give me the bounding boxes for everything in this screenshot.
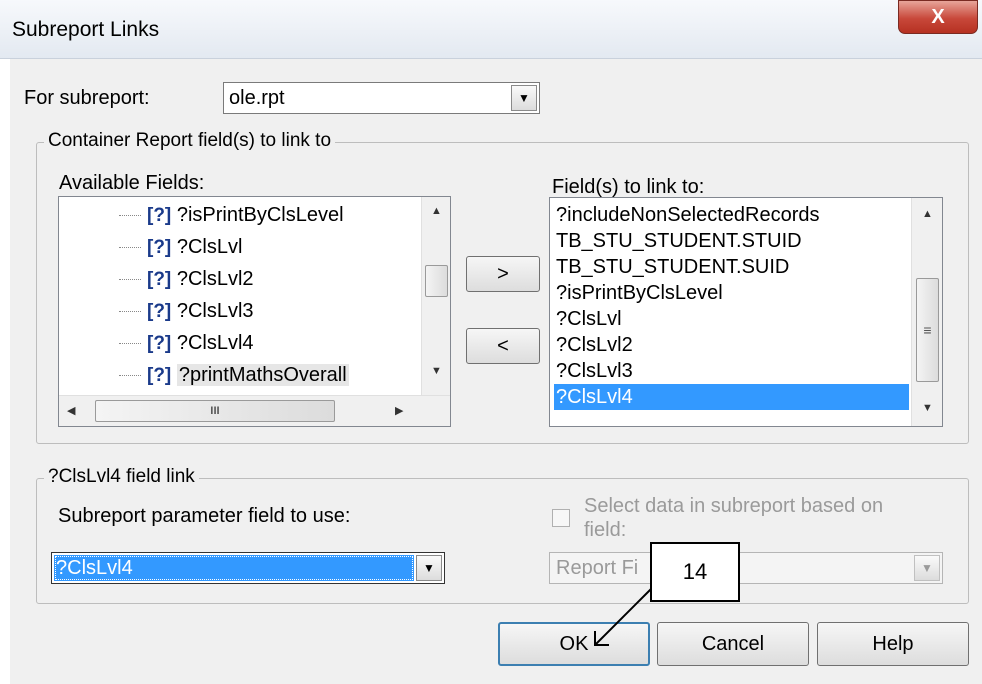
tree-item[interactable]: [?] ?ClsLvl4	[119, 327, 254, 359]
scroll-left-icon[interactable]: ◀	[67, 404, 75, 417]
subreport-combo[interactable]: ole.rpt ▼	[223, 82, 540, 114]
list-item-selected[interactable]: ?ClsLvl4	[554, 384, 909, 410]
callout-number: 14	[682, 559, 708, 584]
scroll-up-icon[interactable]: ▲	[422, 205, 450, 217]
question-icon: [?]	[147, 205, 172, 226]
tree-item[interactable]: [?] ?ClsLvl2	[119, 263, 254, 295]
param-field-combo[interactable]: ?ClsLvl4 ▼	[51, 552, 445, 584]
param-field-label: Subreport parameter field to use:	[58, 505, 351, 527]
field-link-group-legend: ?ClsLvl4 field link	[44, 466, 199, 488]
add-link-button[interactable]: >	[466, 256, 540, 292]
close-icon: X	[931, 6, 945, 28]
hscroll-thumb[interactable]: III	[95, 400, 335, 422]
available-hscroll[interactable]: ◀ III ▶	[59, 395, 450, 426]
list-item[interactable]: ?isPrintByClsLevel	[554, 280, 942, 306]
select-data-checkbox[interactable]	[552, 509, 570, 527]
scroll-down-icon[interactable]: ▼	[912, 402, 942, 414]
tree-item[interactable]: [?] ?ClsLvl3	[119, 295, 254, 327]
scroll-up-icon[interactable]: ▲	[912, 208, 942, 220]
tree-item[interactable]: [?] ?ClsLvl	[119, 231, 242, 263]
linked-fields-list[interactable]: ?includeNonSelectedRecords TB_STU_STUDEN…	[549, 197, 943, 427]
report-field-combo[interactable]: Report Fi ▼	[549, 552, 943, 584]
cancel-button[interactable]: Cancel	[657, 622, 809, 666]
available-fields-list: [?] ?isPrintByClsLevel [?] ?ClsLvl [?] ?…	[59, 197, 421, 397]
callout-arrow-icon	[594, 588, 652, 646]
question-icon: [?]	[147, 269, 172, 290]
report-field-value: Report Fi	[556, 557, 639, 579]
scroll-thumb[interactable]: ≡	[916, 278, 939, 382]
list-item[interactable]: ?includeNonSelectedRecords	[554, 202, 942, 228]
subreport-value: ole.rpt	[229, 87, 285, 109]
available-fields-tree[interactable]: [?] ?isPrintByClsLevel [?] ?ClsLvl [?] ?…	[58, 196, 451, 427]
question-icon: [?]	[147, 333, 172, 354]
close-button[interactable]: X	[898, 0, 978, 34]
available-fields-label: Available Fields:	[59, 172, 205, 194]
list-item[interactable]: TB_STU_STUDENT.SUID	[554, 254, 942, 280]
subreport-label: For subreport:	[24, 87, 150, 109]
question-icon: [?]	[147, 365, 172, 386]
question-icon: [?]	[147, 301, 172, 322]
window-title: Subreport Links	[12, 18, 160, 41]
container-group-legend: Container Report field(s) to link to	[44, 130, 336, 152]
help-button[interactable]: Help	[817, 622, 969, 666]
fields-to-link-label: Field(s) to link to:	[552, 176, 705, 198]
chevron-down-icon: ▼	[914, 555, 940, 581]
tree-item[interactable]: [?] ?printMathsOverall	[119, 359, 349, 391]
tree-item[interactable]: [?] ?isPrintByClsLevel	[119, 199, 344, 231]
callout-box: 14	[650, 542, 740, 602]
question-icon: [?]	[147, 237, 172, 258]
select-data-label: Select data in subreport based on field:	[584, 495, 884, 541]
scroll-right-icon[interactable]: ▶	[395, 404, 403, 417]
remove-link-button[interactable]: <	[466, 328, 540, 364]
scroll-thumb[interactable]	[425, 265, 448, 297]
list-item[interactable]: TB_STU_STUDENT.STUID	[554, 228, 942, 254]
list-item[interactable]: ?ClsLvl2	[554, 332, 942, 358]
list-item[interactable]: ?ClsLvl3	[554, 358, 942, 384]
list-item[interactable]: ?ClsLvl	[554, 306, 942, 332]
param-field-value: ?ClsLvl4	[54, 555, 414, 581]
linked-vscroll[interactable]: ▲ ≡ ▼	[911, 198, 942, 426]
available-vscroll[interactable]: ▲ ▼	[421, 197, 450, 395]
chevron-down-icon[interactable]: ▼	[416, 555, 442, 581]
chevron-down-icon[interactable]: ▼	[511, 85, 537, 111]
scroll-down-icon[interactable]: ▼	[422, 365, 450, 377]
